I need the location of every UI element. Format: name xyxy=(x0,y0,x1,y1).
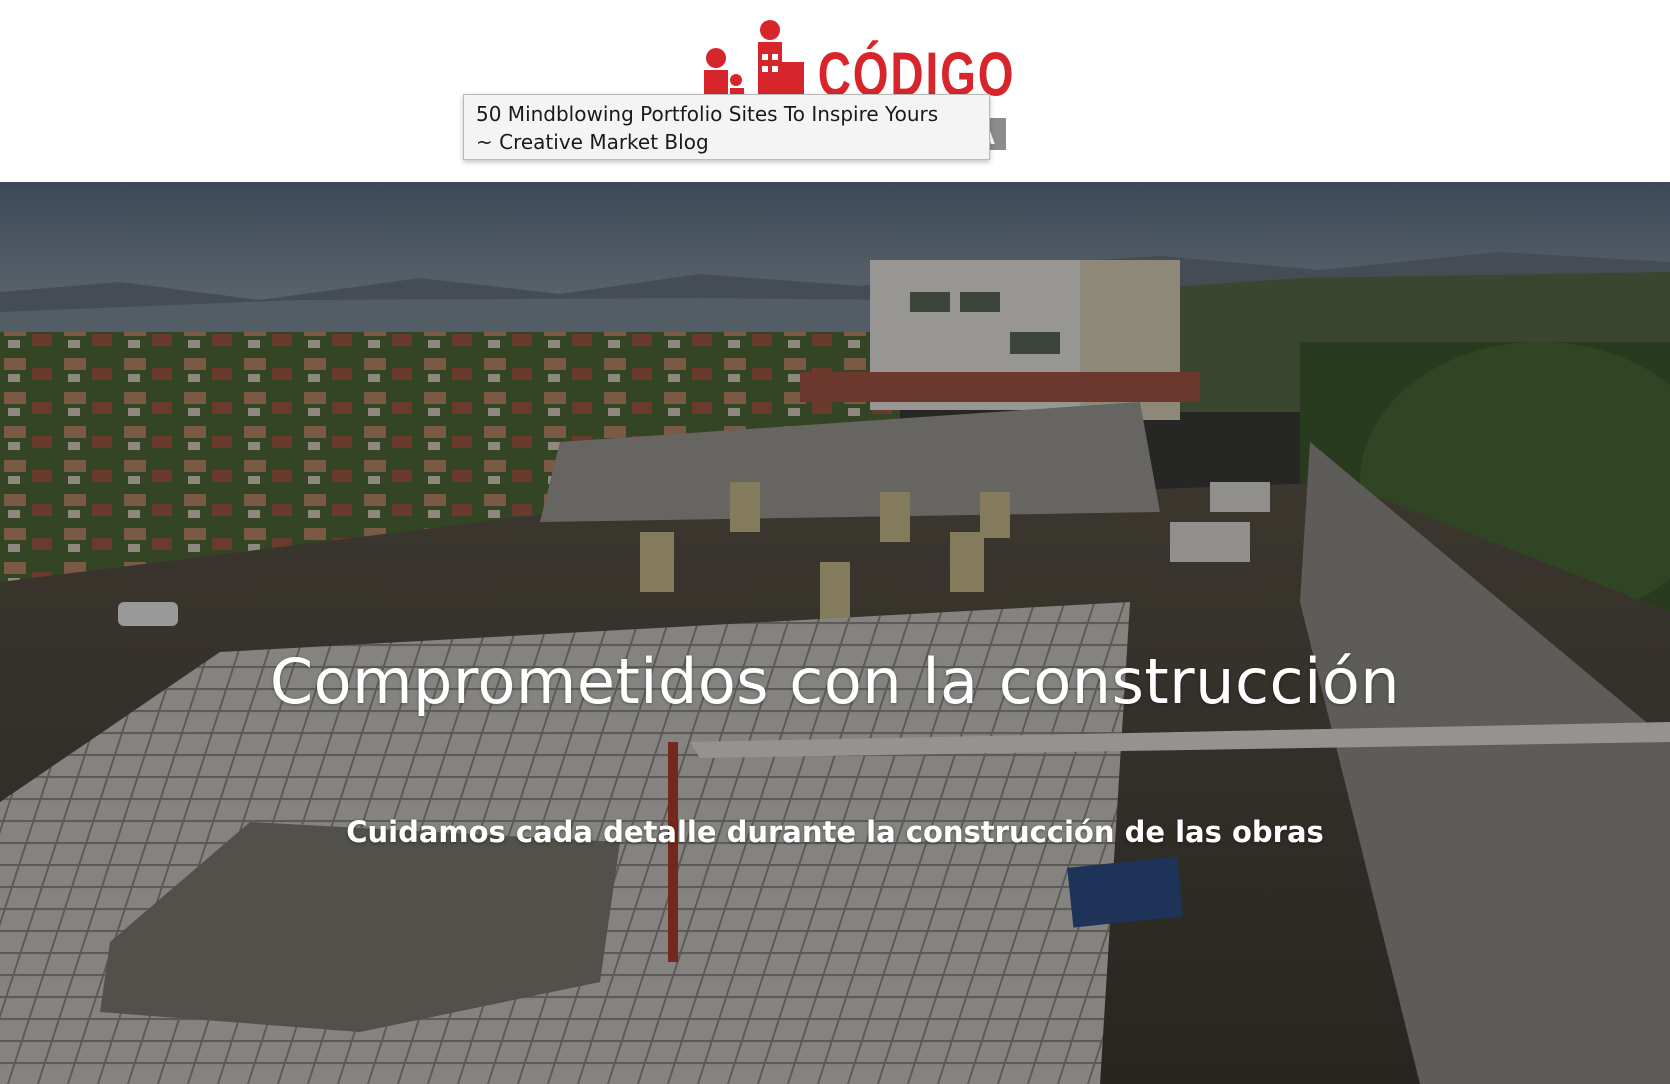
link-tooltip: 50 Mindblowing Portfolio Sites To Inspir… xyxy=(463,94,990,160)
hero-title: Comprometidos con la construcción xyxy=(269,645,1401,718)
site-header: CÓDIGO UB A 50 Mindblowing Portfolio Sit… xyxy=(0,0,1670,182)
page: CÓDIGO UB A 50 Mindblowing Portfolio Sit… xyxy=(0,0,1670,1084)
hero-banner: Comprometidos con la construcción Cuidam… xyxy=(0,182,1670,1084)
hero-dark-overlay xyxy=(0,182,1670,1084)
tooltip-line-1: 50 Mindblowing Portfolio Sites To Inspir… xyxy=(476,102,939,126)
hero-subtitle: Cuidamos cada detalle durante la constru… xyxy=(346,815,1324,849)
tooltip-line-2: ~ Creative Market Blog xyxy=(476,130,709,154)
